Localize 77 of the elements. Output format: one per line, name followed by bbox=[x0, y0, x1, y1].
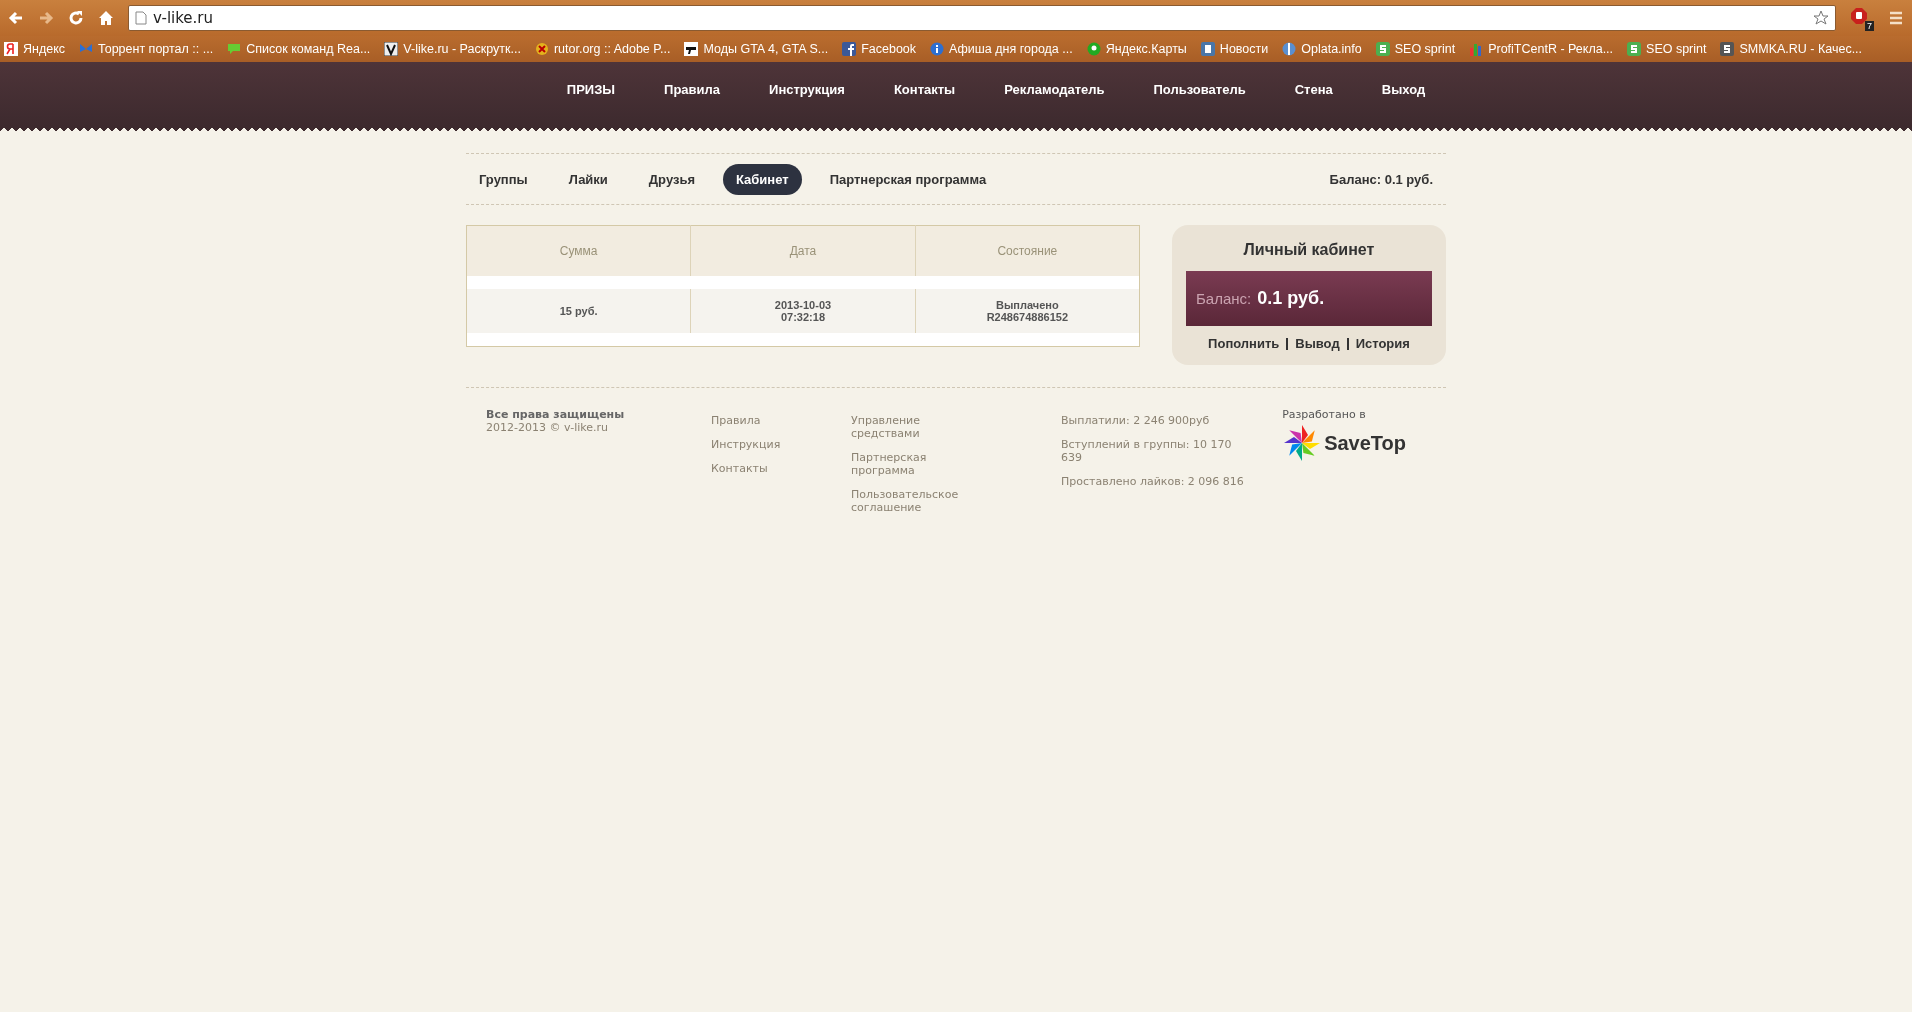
address-bar[interactable]: v-like.ru bbox=[128, 5, 1836, 31]
speech-bubble-icon bbox=[227, 42, 242, 56]
bookmark[interactable]: SEO sprint bbox=[1627, 42, 1707, 56]
bookmark[interactable]: Яндекс.Карты bbox=[1086, 42, 1187, 56]
home-icon[interactable] bbox=[98, 10, 114, 26]
tab[interactable]: Группы bbox=[466, 163, 541, 195]
nav-link[interactable]: ПРИЗЫ bbox=[542, 82, 640, 97]
nav-link[interactable]: Стена bbox=[1270, 82, 1358, 97]
column-header: Сумма bbox=[466, 225, 691, 276]
page-icon[interactable] bbox=[135, 11, 147, 25]
column-header: Дата bbox=[690, 225, 916, 276]
tab[interactable]: Кабинет bbox=[723, 163, 802, 195]
tab[interactable]: Лайки bbox=[555, 163, 621, 195]
bookmark[interactable]: Торрент портал :: ... bbox=[79, 42, 214, 56]
star-icon[interactable] bbox=[1813, 10, 1829, 26]
tab[interactable]: Друзья bbox=[635, 163, 708, 195]
developer-text: Разработано в bbox=[1282, 408, 1366, 421]
pistol-icon bbox=[684, 42, 699, 56]
globe-icon bbox=[1282, 42, 1297, 56]
url-text: v-like.ru bbox=[153, 9, 215, 27]
nav-link[interactable]: Правила bbox=[639, 82, 745, 97]
column-header: Состояние bbox=[915, 225, 1140, 276]
footer-link[interactable]: Контакты bbox=[711, 462, 851, 475]
nav-link[interactable]: Инструкция bbox=[744, 82, 870, 97]
emblem-icon bbox=[534, 42, 549, 56]
bookmark[interactable]: Oplata.info bbox=[1282, 42, 1362, 56]
letter-icon bbox=[4, 42, 18, 56]
extension-button[interactable]: 7 bbox=[1850, 7, 1874, 29]
info-icon bbox=[930, 42, 945, 56]
bookmark[interactable]: SMMKA.RU - Качес... bbox=[1720, 42, 1863, 56]
letter-icon bbox=[842, 42, 857, 56]
bookmark[interactable]: Афиша дня города ... bbox=[930, 42, 1073, 56]
reload-icon[interactable] bbox=[68, 10, 84, 26]
footer-link[interactable]: Пользовательское соглашение bbox=[851, 488, 991, 514]
nav-link[interactable]: Выход bbox=[1357, 82, 1450, 97]
footer-link[interactable]: Правила bbox=[711, 414, 851, 427]
panel-link[interactable]: Вывод bbox=[1286, 337, 1340, 350]
bookmark[interactable]: Моды GTA 4, GTA S... bbox=[684, 42, 829, 56]
panel-link[interactable]: Пополнить bbox=[1208, 336, 1280, 351]
menu-icon[interactable] bbox=[1888, 10, 1904, 26]
table-cell: Выплачено R248674886152 bbox=[915, 289, 1140, 333]
bookmark[interactable]: Список команд Rea... bbox=[227, 42, 371, 56]
letter-icon bbox=[1720, 42, 1735, 56]
tab[interactable]: Партнерская программа bbox=[816, 163, 1000, 195]
balance-value: 0.1 руб. bbox=[1257, 288, 1325, 309]
balance-text: Баланс: 0.1 руб. bbox=[1329, 171, 1433, 187]
extension-badge: 7 bbox=[1865, 21, 1874, 31]
balance-label: Баланс: bbox=[1196, 290, 1252, 307]
bookmark[interactable]: rutor.org :: Adobe P... bbox=[534, 42, 671, 56]
panel-title: Личный кабинет bbox=[1242, 241, 1376, 259]
bookmark[interactable]: Новости bbox=[1200, 42, 1269, 56]
table-cell: 15 руб. bbox=[466, 289, 691, 333]
bookmark[interactable]: ProfiTCentR - Рекла... bbox=[1469, 42, 1614, 56]
back-icon[interactable] bbox=[8, 10, 24, 26]
bookmark[interactable]: SEO sprint bbox=[1375, 42, 1456, 56]
table-cell: 2013-10-03 07:32:18 bbox=[690, 289, 916, 333]
panel-link[interactable]: История bbox=[1346, 337, 1410, 350]
letter-icon bbox=[384, 42, 399, 56]
nav-link[interactable]: Рекламодатель bbox=[979, 82, 1129, 97]
footer-link[interactable]: Инструкция bbox=[711, 438, 851, 451]
bookmark[interactable]: Facebook bbox=[842, 42, 917, 56]
stat-text: Вступлений в группы: 10 170 639 bbox=[1061, 438, 1233, 464]
footer-link[interactable]: Управление средствами bbox=[851, 414, 991, 440]
copyright-text: 2012-2013 © v-like.ru bbox=[486, 421, 609, 434]
bar-chart-icon bbox=[1469, 42, 1484, 56]
letter-icon bbox=[1200, 42, 1215, 56]
forward-icon[interactable] bbox=[38, 10, 54, 26]
nav-link[interactable]: Контакты bbox=[869, 82, 980, 97]
bookmark[interactable]: Яндекс bbox=[4, 42, 66, 56]
stop-hand-icon[interactable] bbox=[1850, 7, 1868, 25]
stat-text: Проставлено лайков: 2 096 816 bbox=[1061, 475, 1245, 488]
rights-text: Все права защищены bbox=[486, 408, 626, 421]
footer-link[interactable]: Партнерская программа bbox=[851, 451, 991, 477]
developer-logo[interactable]: SaveTop bbox=[1282, 423, 1406, 463]
bookmark[interactable]: V-like.ru - Раскрутк... bbox=[384, 42, 521, 56]
stat-text: Выплатили: 2 246 900руб bbox=[1061, 414, 1211, 427]
nav-link[interactable]: Пользователь bbox=[1129, 82, 1271, 97]
